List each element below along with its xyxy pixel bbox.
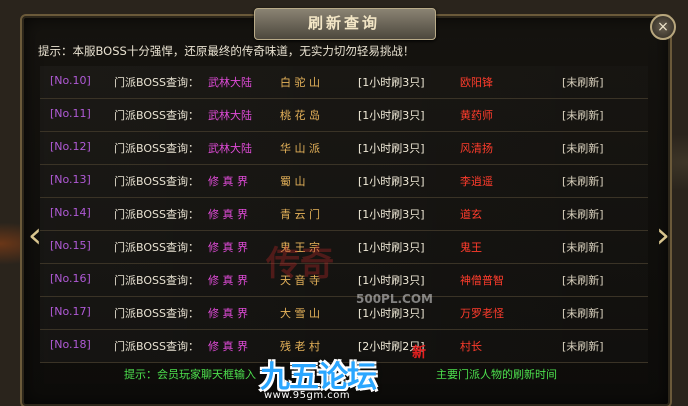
row-place: 白 驼 山 bbox=[280, 76, 320, 89]
row-number: [No.12] bbox=[50, 140, 91, 153]
row-realm: 修 真 界 bbox=[208, 340, 248, 353]
boss-row[interactable]: [No.12] 门派BOSS查询： 武林大陆 华 山 派 [1小时刷3只] 风清扬 [未刷新… bbox=[40, 132, 648, 165]
row-boss-name[interactable]: 李逍遥 bbox=[460, 173, 493, 189]
row-place: 蜀 山 bbox=[280, 175, 306, 188]
row-place: 青 云 门 bbox=[280, 208, 320, 221]
row-boss-name[interactable]: 欧阳锋 bbox=[460, 74, 493, 90]
row-place: 华 山 派 bbox=[280, 142, 320, 155]
bottom-tip-right: 主要门派人物的刷新时间 bbox=[436, 368, 557, 381]
row-refresh-rate: [1小时刷3只] bbox=[358, 175, 425, 188]
row-status: [未刷新] bbox=[562, 241, 604, 254]
bottom-tip-left: 提示：会员玩家聊天框输入 bbox=[124, 368, 256, 381]
row-label: 门派BOSS查询： bbox=[114, 142, 199, 155]
row-realm: 修 真 界 bbox=[208, 175, 248, 188]
row-boss-name[interactable]: 村长 bbox=[460, 338, 482, 354]
prev-page-arrow-icon[interactable]: ‹ bbox=[24, 214, 46, 258]
boss-row[interactable]: [No.13] 门派BOSS查询： 修 真 界 蜀 山 [1小时刷3只] 李逍遥 [未刷新] bbox=[40, 165, 648, 198]
next-page-arrow-icon[interactable]: › bbox=[652, 214, 674, 258]
logo-url: www.95gm.com bbox=[264, 390, 351, 401]
boss-row[interactable]: [No.10] 门派BOSS查询： 武林大陆 白 驼 山 [1小时刷3只] 欧阳锋 [未刷新… bbox=[40, 66, 648, 99]
row-refresh-rate: [1小时刷3只] bbox=[358, 208, 425, 221]
row-status: [未刷新] bbox=[562, 76, 604, 89]
row-realm: 武林大陆 bbox=[208, 142, 252, 155]
row-status: [未刷新] bbox=[562, 109, 604, 122]
row-number: [No.14] bbox=[50, 206, 91, 219]
row-status: [未刷新] bbox=[562, 340, 604, 353]
row-refresh-rate: [1小时刷3只] bbox=[358, 109, 425, 122]
row-status: [未刷新] bbox=[562, 307, 604, 320]
row-place: 桃 花 岛 bbox=[280, 109, 320, 122]
row-label: 门派BOSS查询： bbox=[114, 241, 199, 254]
row-label: 门派BOSS查询： bbox=[114, 175, 199, 188]
row-realm: 修 真 界 bbox=[208, 208, 248, 221]
row-label: 门派BOSS查询： bbox=[114, 307, 199, 320]
row-number: [No.18] bbox=[50, 338, 91, 351]
watermark-site: 500PL.COM bbox=[356, 292, 433, 306]
row-label: 门派BOSS查询： bbox=[114, 208, 199, 221]
game-scene: 刷新查询 × 提示：本服BOSS十分强悍，还原最终的传奇味道，无实力切勿轻易挑战… bbox=[0, 0, 688, 406]
row-status: [未刷新] bbox=[562, 175, 604, 188]
close-button[interactable]: × bbox=[650, 14, 676, 40]
row-number: [No.11] bbox=[50, 107, 91, 120]
row-number: [No.15] bbox=[50, 239, 91, 252]
row-label: 门派BOSS查询： bbox=[114, 76, 199, 89]
row-number: [No.13] bbox=[50, 173, 91, 186]
row-status: [未刷新] bbox=[562, 142, 604, 155]
row-number: [No.16] bbox=[50, 272, 91, 285]
row-boss-name[interactable]: 万罗老怪 bbox=[460, 305, 504, 321]
row-boss-name[interactable]: 黄药师 bbox=[460, 107, 493, 123]
row-number: [No.17] bbox=[50, 305, 91, 318]
row-status: [未刷新] bbox=[562, 274, 604, 287]
row-label: 门派BOSS查询： bbox=[114, 340, 199, 353]
row-boss-name[interactable]: 神僧普智 bbox=[460, 272, 504, 288]
row-label: 门派BOSS查询： bbox=[114, 274, 199, 287]
row-number: [No.10] bbox=[50, 74, 91, 87]
window-title: 刷新查询 bbox=[307, 14, 380, 32]
row-status: [未刷新] bbox=[562, 208, 604, 221]
row-refresh-rate: [1小时刷3只] bbox=[358, 76, 425, 89]
row-label: 门派BOSS查询： bbox=[114, 109, 199, 122]
row-boss-name[interactable]: 风清扬 bbox=[460, 140, 493, 156]
row-refresh-rate: [1小时刷3只] bbox=[358, 142, 425, 155]
row-boss-name[interactable]: 道玄 bbox=[460, 206, 482, 222]
row-realm: 修 真 界 bbox=[208, 241, 248, 254]
boss-row[interactable]: [No.14] 门派BOSS查询： 修 真 界 青 云 门 [1小时刷3只] 道玄 [未刷新… bbox=[40, 198, 648, 231]
row-realm: 武林大陆 bbox=[208, 76, 252, 89]
row-realm: 修 真 界 bbox=[208, 274, 248, 287]
boss-row[interactable]: [No.11] 门派BOSS查询： 武林大陆 桃 花 岛 [1小时刷3只] 黄药师 [未刷新… bbox=[40, 99, 648, 132]
boss-list: [No.10] 门派BOSS查询： 武林大陆 白 驼 山 [1小时刷3只] 欧阳锋 [未刷新… bbox=[40, 66, 648, 363]
logo-new-badge: 新 bbox=[412, 345, 426, 361]
row-realm: 修 真 界 bbox=[208, 307, 248, 320]
row-realm: 武林大陆 bbox=[208, 109, 252, 122]
top-tip: 提示：本服BOSS十分强悍，还原最终的传奇味道，无实力切勿轻易挑战！ bbox=[38, 44, 415, 58]
